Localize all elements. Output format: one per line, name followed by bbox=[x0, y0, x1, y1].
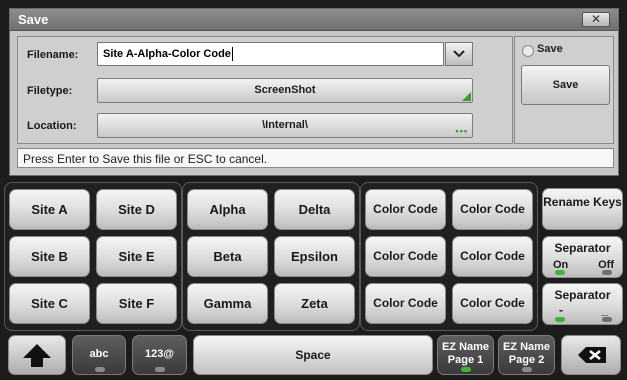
rename-keys-button[interactable]: Rename Keys bbox=[542, 188, 623, 230]
abc-label: abc bbox=[89, 348, 109, 360]
key-color-code-2[interactable]: Color Code bbox=[452, 189, 533, 230]
greek-key-group: Alpha Delta Beta Epsilon Gamma Zeta bbox=[182, 182, 360, 331]
key-site-c[interactable]: Site C bbox=[9, 283, 90, 324]
ez-name-page-2-key[interactable]: EZ Name Page 2 bbox=[498, 335, 555, 375]
ez-page-1-label: EZ Name Page 1 bbox=[441, 341, 490, 366]
key-color-code-4[interactable]: Color Code bbox=[452, 236, 533, 277]
separator-underscore-label: _ bbox=[601, 303, 608, 317]
save-radio-label: Save bbox=[537, 43, 563, 55]
key-gamma[interactable]: Gamma bbox=[187, 283, 268, 324]
key-color-code-6[interactable]: Color Code bbox=[452, 283, 533, 324]
ez-page-2-label: EZ Name Page 2 bbox=[502, 341, 551, 366]
abc-indicator-icon bbox=[95, 367, 105, 372]
location-label: Location: bbox=[27, 120, 77, 132]
dash-indicator-icon bbox=[555, 317, 565, 322]
filetype-label: Filetype: bbox=[27, 85, 73, 97]
close-button[interactable]: ✕ bbox=[582, 12, 610, 27]
key-site-b[interactable]: Site B bbox=[9, 236, 90, 277]
filetype-selector[interactable]: ScreenShot bbox=[97, 78, 473, 103]
status-text: Press Enter to Save this file or ESC to … bbox=[23, 152, 268, 166]
filetype-value: ScreenShot bbox=[254, 84, 316, 96]
key-delta[interactable]: Delta bbox=[274, 189, 355, 230]
key-alpha[interactable]: Alpha bbox=[187, 189, 268, 230]
filename-input[interactable]: Site A-Alpha-Color Code bbox=[103, 48, 433, 60]
ez-name-page-1-key[interactable]: EZ Name Page 1 bbox=[437, 335, 494, 375]
key-color-code-1[interactable]: Color Code bbox=[365, 189, 446, 230]
separator-toggle-dash-underscore[interactable]: Separator - _ bbox=[542, 283, 623, 325]
on-indicator-icon bbox=[555, 270, 565, 275]
dialog-titlebar: Save ✕ bbox=[10, 9, 618, 31]
key-site-a[interactable]: Site A bbox=[9, 189, 90, 230]
key-color-code-5[interactable]: Color Code bbox=[365, 283, 446, 324]
key-site-f[interactable]: Site F bbox=[96, 283, 177, 324]
save-button[interactable]: Save bbox=[521, 65, 610, 105]
site-key-group: Site A Site D Site B Site E Site C Site … bbox=[4, 182, 182, 331]
color-code-key-group: Color Code Color Code Color Code Color C… bbox=[360, 182, 538, 331]
status-bar: Press Enter to Save this file or ESC to … bbox=[17, 148, 614, 168]
underscore-indicator-icon bbox=[602, 317, 612, 322]
file-fields-panel: Filename: Site A-Alpha-Color Code Filety… bbox=[17, 36, 513, 144]
ez-page-1-indicator-icon bbox=[461, 367, 471, 372]
num-label: 123@ bbox=[144, 348, 175, 360]
num-mode-key[interactable]: 123@ bbox=[132, 335, 187, 375]
off-indicator-icon bbox=[602, 270, 612, 275]
chevron-down-icon bbox=[453, 50, 465, 58]
filename-dropdown-button[interactable] bbox=[445, 42, 473, 66]
separator-title: Separator bbox=[554, 241, 611, 255]
dialog-title: Save bbox=[18, 12, 49, 27]
separator-toggle-on-off[interactable]: Separator On Off bbox=[542, 236, 623, 278]
num-indicator-icon bbox=[155, 367, 165, 372]
save-radio[interactable] bbox=[522, 45, 534, 57]
key-site-e[interactable]: Site E bbox=[96, 236, 177, 277]
location-selector[interactable]: \Internal\ ••• bbox=[97, 113, 473, 138]
space-key[interactable]: Space bbox=[193, 335, 433, 375]
backspace-icon bbox=[578, 347, 606, 363]
key-color-code-3[interactable]: Color Code bbox=[365, 236, 446, 277]
save-dialog: Save ✕ Filename: Site A-Alpha-Color Code… bbox=[9, 8, 619, 176]
separator-dash-label: - bbox=[559, 303, 563, 317]
more-dots-icon: ••• bbox=[455, 126, 468, 136]
key-site-d[interactable]: Site D bbox=[96, 189, 177, 230]
shift-up-arrow-icon bbox=[23, 344, 51, 367]
filename-field[interactable]: Site A-Alpha-Color Code bbox=[97, 42, 444, 66]
key-epsilon[interactable]: Epsilon bbox=[274, 236, 355, 277]
text-caret bbox=[231, 47, 233, 61]
abc-mode-key[interactable]: abc bbox=[72, 335, 126, 375]
key-zeta[interactable]: Zeta bbox=[274, 283, 355, 324]
save-options-panel: Save Save bbox=[514, 36, 614, 144]
backspace-key[interactable] bbox=[561, 335, 621, 375]
close-x-icon: ✕ bbox=[590, 12, 602, 26]
shift-key[interactable] bbox=[8, 335, 66, 375]
filename-label: Filename: bbox=[27, 49, 79, 61]
ez-page-2-indicator-icon bbox=[522, 367, 532, 372]
key-beta[interactable]: Beta bbox=[187, 236, 268, 277]
corner-indicator-icon bbox=[462, 92, 471, 101]
location-value: \Internal\ bbox=[262, 119, 308, 131]
separator-title-2: Separator bbox=[554, 288, 611, 302]
